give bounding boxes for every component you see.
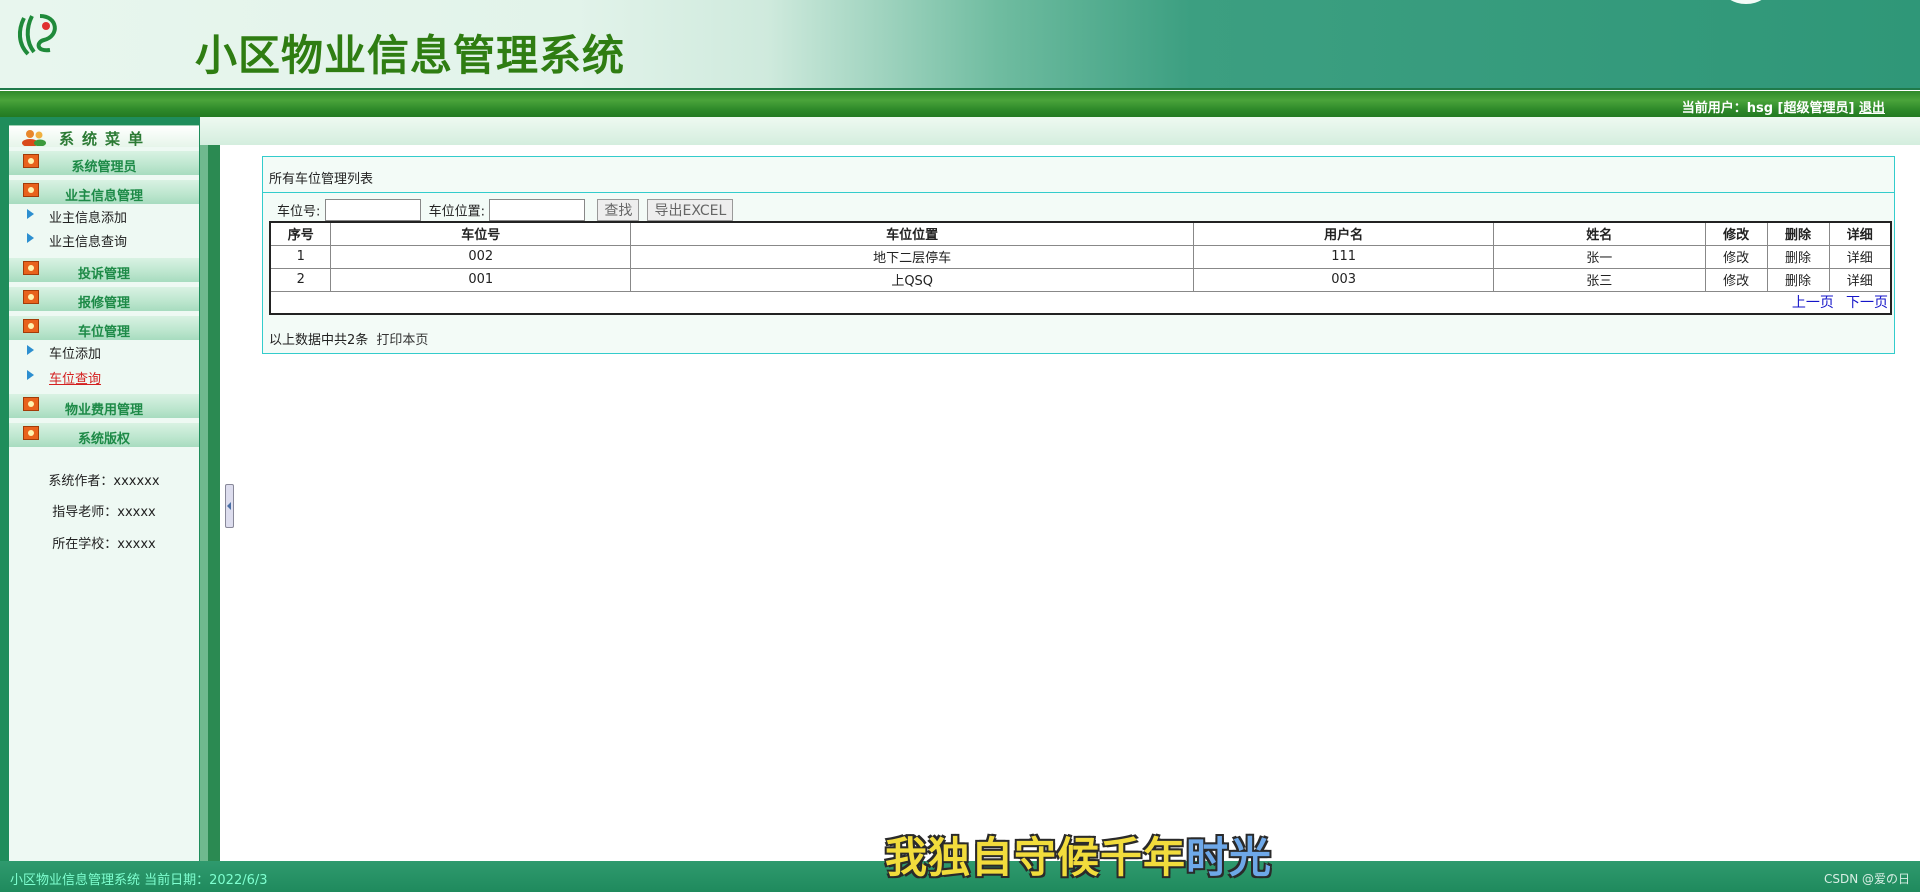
delete-link[interactable]: 删除 [1766,244,1830,269]
sidebar-group-parking[interactable]: 车位管理 [9,316,199,340]
sidebar-item-label: 业主信息添加 [49,211,128,226]
username-cell: 003 [1193,267,1494,292]
sidebar-item-owner-query[interactable]: 业主信息查询 [9,227,199,250]
top-bar: 当前用户：hsg [超级管理员] 退出 [0,91,1920,117]
name-cell: 张三 [1492,267,1706,292]
sidebar-group-label: 系统管理员 [71,160,137,175]
logout-link[interactable]: 退出 [1859,101,1885,116]
status-text: 小区物业信息管理系统 当前日期：2022/6/3 [10,873,268,888]
prev-page-link[interactable]: 上一页 [1792,295,1834,311]
sub-header-strip [200,117,1920,145]
table-row: 2 001 上QSQ 003 张三 修改 删除 详细 [269,267,1892,292]
sidebar-group-label: 物业费用管理 [64,403,143,418]
column-header: 车位位置 [630,221,1195,246]
column-header: 用户名 [1193,221,1494,246]
pager-row: 上一页 下一页 [269,290,1892,315]
slot-location-input[interactable] [489,199,586,221]
username-cell: 111 [1193,244,1494,269]
slot-location-cell: 地下二层停车 [630,244,1195,269]
sidebar-item-label: 业主信息查询 [49,235,128,250]
slot-no-input[interactable] [324,199,421,221]
panel-title: 所有车位管理列表 [263,157,1894,193]
author-info: 系统作者：xxxxxx [48,474,160,489]
sidebar-border [200,145,208,861]
column-header: 序号 [269,221,332,246]
header-decoration [1722,0,1770,4]
sidebar-item-owner-add[interactable]: 业主信息添加 [9,203,199,226]
sidebar-menu-header: 系统菜单 [9,125,199,148]
user-info: 当前用户：hsg [超级管理员] 退出 [1682,97,1885,116]
app-title: 小区物业信息管理系统 [195,31,626,80]
detail-link[interactable]: 详细 [1828,267,1892,292]
column-header: 修改 [1704,221,1768,246]
sidebar-group-label: 系统版权 [77,432,130,447]
slot-no-cell: 002 [330,244,632,269]
sidebar-group-label: 车位管理 [77,325,130,340]
sidebar-group-system-admin[interactable]: 系统管理员 [9,151,199,175]
sidebar-group-repairs[interactable]: 报修管理 [9,287,199,311]
current-user-label: 当前用户：hsg [超级管理员] [1681,101,1855,116]
sidebar-group-label: 报修管理 [77,296,130,311]
arrow-right-icon [27,370,34,380]
table-header-row: 序号 车位号 车位位置 用户名 姓名 修改 删除 详细 [269,221,1892,246]
row-index-cell: 2 [269,267,332,292]
app-header: 小区物业信息管理系统 [0,0,1920,90]
sidebar-group-copyright[interactable]: 系统版权 [9,423,199,447]
watermark: CSDN @爱の日 [1823,872,1910,886]
sidebar-group-label: 投诉管理 [77,267,130,282]
slot-location-label: 车位位置: [428,204,486,220]
school-info: 所在学校：xxxxx [52,537,156,552]
arrow-right-icon [27,345,34,355]
column-header: 姓名 [1492,221,1706,246]
pager: 上一页 下一页 [269,290,1892,315]
arrow-right-icon [27,233,34,243]
video-caption: 我独自守候千年时光 [885,824,1272,885]
table-row: 1 002 地下二层停车 111 张一 修改 删除 详细 [269,244,1892,269]
slot-no-label: 车位号: [277,204,321,220]
teacher-info: 指导老师：xxxxx [52,505,156,520]
find-button[interactable]: 查找 [597,199,640,221]
users-icon [22,130,46,146]
name-cell: 张一 [1492,244,1706,269]
export-excel-button[interactable]: 导出EXCEL [647,199,734,221]
column-header: 删除 [1766,221,1830,246]
sidebar-group-label: 业主信息管理 [64,189,143,204]
search-form: 车位号: 车位位置: 查找 导出EXCEL [277,199,734,223]
summary-line: 以上数据中共2条 打印本页 [269,329,428,348]
column-header: 详细 [1828,221,1892,246]
sidebar-item-label: 车位查询 [49,372,102,387]
logo-icon [17,14,57,56]
print-page-link[interactable]: 打印本页 [376,333,428,348]
detail-link[interactable]: 详细 [1828,244,1892,269]
slot-location-cell: 上QSQ [630,267,1195,292]
sidebar-group-owner-info[interactable]: 业主信息管理 [9,180,199,204]
arrow-right-icon [27,209,34,219]
sidebar-group-complaints[interactable]: 投诉管理 [9,258,199,282]
sidebar-item-parking-add[interactable]: 车位添加 [9,339,199,362]
caption-tail: 时光 [1186,833,1273,882]
sidebar-menu-title: 系统菜单 [59,130,152,148]
edit-link[interactable]: 修改 [1704,267,1768,292]
next-page-link[interactable]: 下一页 [1846,295,1888,311]
sidebar: 系统菜单 系统管理员 业主信息管理 业主信息添加 业主信息查询 投诉管理 报修管… [0,117,200,861]
slot-no-cell: 001 [330,267,632,292]
delete-link[interactable]: 删除 [1766,267,1830,292]
column-header: 车位号 [330,221,632,246]
sidebar-item-label: 车位添加 [49,347,102,362]
collapse-sidebar-handle[interactable] [225,484,234,528]
edit-link[interactable]: 修改 [1704,244,1768,269]
row-index-cell: 1 [269,244,332,269]
sidebar-border [208,145,220,861]
sidebar-group-fees[interactable]: 物业费用管理 [9,394,199,418]
sidebar-panel: 系统菜单 系统管理员 业主信息管理 业主信息添加 业主信息查询 投诉管理 报修管… [9,125,199,861]
header-divider [0,88,1920,90]
main-content: 所有车位管理列表 车位号: 车位位置: 查找 导出EXCEL 序号 车位号 车位… [234,145,1920,861]
parking-list-panel: 所有车位管理列表 车位号: 车位位置: 查找 导出EXCEL 序号 车位号 车位… [262,156,1895,354]
caption-main: 我独自守候千年 [885,833,1187,882]
record-count: 以上数据中共2条 [269,333,369,348]
sidebar-item-parking-query[interactable]: 车位查询 [9,364,199,387]
parking-table: 序号 车位号 车位位置 用户名 姓名 修改 删除 详细 1 002 地下二层停车… [269,221,1892,315]
